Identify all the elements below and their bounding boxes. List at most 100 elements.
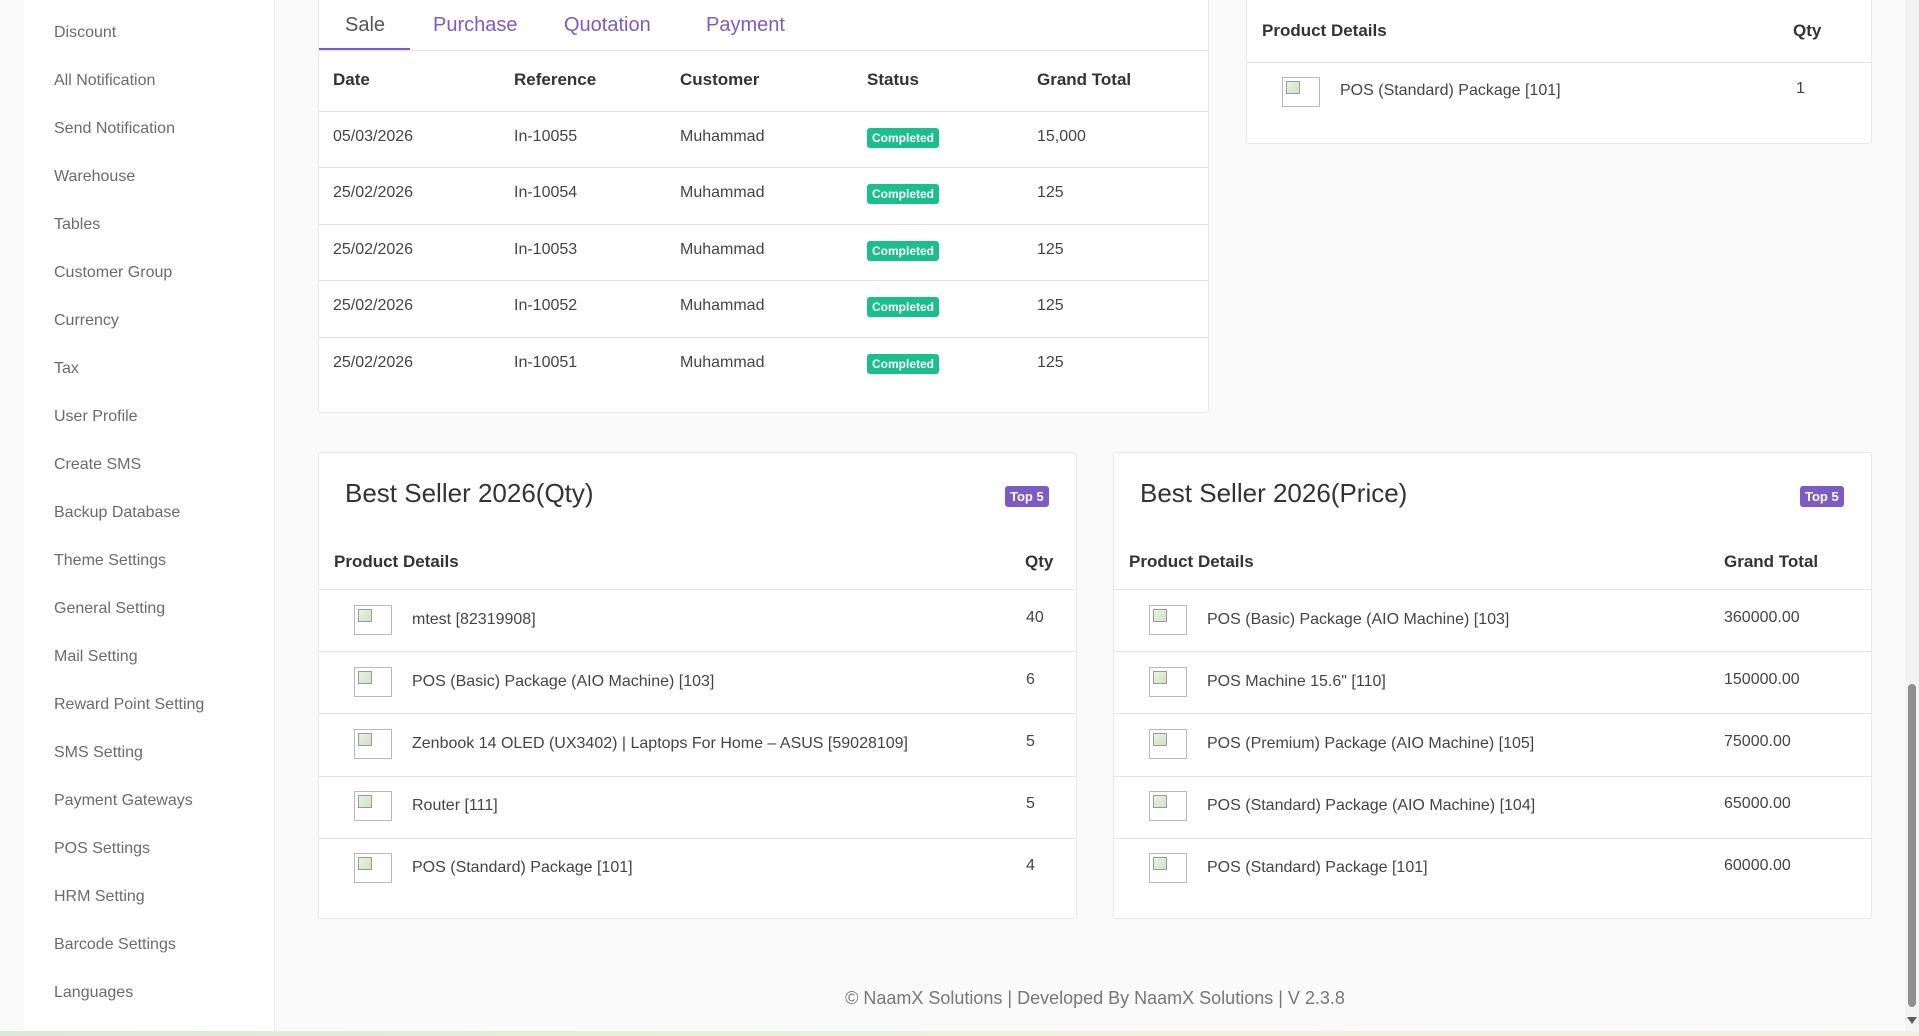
sidebar: Discount All Notification Send Notificat… [24, 0, 275, 1031]
product-image [354, 605, 392, 635]
status-badge: Completed [867, 184, 940, 204]
cell-date: 25/02/2026 [333, 241, 414, 258]
product-image [1282, 77, 1320, 107]
cell-customer: Muhammad [680, 297, 765, 314]
product-qty: 6 [1026, 671, 1035, 688]
sidebar-item-reward-point-setting[interactable]: Reward Point Setting [54, 696, 204, 714]
col-header-customer: Customer [680, 70, 760, 89]
cell-customer: Muhammad [680, 128, 765, 145]
best-seller-qty-card: Best Seller 2026(Qty) Top 5 Product Deta… [318, 452, 1077, 919]
row-divider [319, 713, 1076, 714]
sidebar-item-languages[interactable]: Languages [54, 984, 133, 1002]
sidebar-item-theme-settings[interactable]: Theme Settings [54, 552, 166, 570]
product-grand-total: 75000.00 [1724, 733, 1791, 750]
sidebar-item-barcode-settings[interactable]: Barcode Settings [54, 936, 176, 954]
row-divider [1114, 838, 1871, 839]
product-name: mtest [82319908] [412, 611, 536, 628]
product-image [1149, 791, 1187, 821]
row-divider [319, 776, 1076, 777]
row-divider [1114, 713, 1871, 714]
row-divider [1114, 776, 1871, 777]
cell-grand-total: 15,000 [1037, 128, 1086, 145]
product-name: POS (Standard) Package [101] [1207, 859, 1428, 876]
row-divider [319, 651, 1076, 652]
cell-reference[interactable]: In-10053 [514, 241, 577, 259]
card-title: Best Seller 2026(Qty) [345, 478, 594, 508]
sidebar-item-send-notification[interactable]: Send Notification [54, 120, 175, 138]
sidebar-item-sms-setting[interactable]: SMS Setting [54, 744, 143, 762]
product-name: POS (Basic) Package (AIO Machine) [103] [1207, 611, 1510, 628]
row-divider [1114, 651, 1871, 652]
transaction-tabs: Sale Purchase Quotation Payment [319, 0, 1208, 51]
product-image [1149, 729, 1187, 759]
sidebar-item-all-notification[interactable]: All Notification [54, 72, 155, 90]
product-grand-total: 65000.00 [1724, 795, 1791, 812]
cell-reference[interactable]: In-10051 [514, 354, 577, 372]
sidebar-item-discount[interactable]: Discount [54, 24, 116, 42]
product-image [354, 791, 392, 821]
sidebar-item-pos-settings[interactable]: POS Settings [54, 840, 150, 858]
card-title: Best Seller 2026(Price) [1140, 478, 1408, 508]
sidebar-item-general-setting[interactable]: General Setting [54, 600, 165, 618]
product-image [1149, 853, 1187, 883]
best-seller-price-card: Best Seller 2026(Price) Top 5 Product De… [1113, 452, 1872, 919]
cell-reference[interactable]: In-10055 [514, 128, 577, 146]
product-image [354, 667, 392, 697]
product-qty: 5 [1026, 733, 1035, 750]
sidebar-item-hrm-setting[interactable]: HRM Setting [54, 888, 145, 906]
sidebar-item-warehouse[interactable]: Warehouse [54, 168, 135, 186]
tab-sale[interactable]: Sale [345, 14, 385, 37]
cell-grand-total: 125 [1037, 354, 1064, 371]
sidebar-item-tables[interactable]: Tables [54, 216, 100, 234]
product-name: Router [111] [412, 797, 498, 814]
product-grand-total: 150000.00 [1724, 671, 1800, 688]
tab-purchase[interactable]: Purchase [433, 14, 518, 37]
col-header-qty: Qty [1793, 21, 1822, 40]
sidebar-item-create-sms[interactable]: Create SMS [54, 456, 141, 474]
product-name: Zenbook 14 OLED (UX3402) | Laptops For H… [412, 735, 908, 752]
product-name: POS Machine 15.6" [110] [1207, 673, 1386, 690]
sidebar-item-payment-gateways[interactable]: Payment Gateways [54, 792, 193, 810]
status-badge: Completed [867, 354, 940, 374]
sidebar-item-tax[interactable]: Tax [54, 360, 79, 378]
header-divider [319, 111, 1208, 112]
col-header-grand-total: Grand Total [1037, 70, 1132, 89]
product-name: POS (Standard) Package (AIO Machine) [10… [1207, 797, 1536, 814]
cell-date: 25/02/2026 [333, 354, 414, 371]
product-grand-total: 60000.00 [1724, 857, 1791, 874]
status-badge: Completed [867, 297, 940, 317]
header-divider [319, 589, 1076, 590]
cell-customer: Muhammad [680, 241, 765, 258]
sidebar-item-currency[interactable]: Currency [54, 312, 119, 330]
scroll-down-arrow-icon[interactable] [1907, 1017, 1917, 1024]
cell-grand-total: 125 [1037, 241, 1064, 258]
sidebar-item-user-profile[interactable]: User Profile [54, 408, 138, 426]
cell-reference[interactable]: In-10054 [514, 184, 577, 202]
sidebar-item-customer-group[interactable]: Customer Group [54, 264, 172, 282]
product-name: POS (Standard) Package [101] [412, 859, 633, 876]
cell-reference[interactable]: In-10052 [514, 297, 577, 315]
recent-products-card: Product Details Qty POS (Standard) Packa… [1246, 0, 1872, 144]
col-header-qty: Qty [1025, 552, 1054, 571]
scrollbar-thumb[interactable] [1908, 684, 1916, 1007]
sidebar-item-mail-setting[interactable]: Mail Setting [54, 648, 138, 666]
cell-grand-total: 125 [1037, 184, 1064, 201]
product-name: POS (Basic) Package (AIO Machine) [103] [412, 673, 715, 690]
top-badge: Top 5 [1800, 486, 1844, 507]
col-header-product-details: Product Details [1129, 552, 1254, 571]
row-divider [319, 167, 1208, 168]
tab-payment[interactable]: Payment [706, 14, 785, 37]
row-divider [319, 224, 1208, 225]
tab-quotation[interactable]: Quotation [564, 14, 651, 37]
status-badge: Completed [867, 241, 940, 261]
product-qty: 1 [1796, 80, 1805, 97]
page-scrollbar[interactable] [1905, 0, 1919, 1036]
col-header-date: Date [333, 70, 370, 89]
col-header-product-details: Product Details [1262, 21, 1387, 40]
product-image [1149, 605, 1187, 635]
top-badge: Top 5 [1005, 486, 1049, 507]
sidebar-item-backup-database[interactable]: Backup Database [54, 504, 180, 522]
col-header-grand-total: Grand Total [1724, 552, 1819, 571]
product-qty: 4 [1026, 857, 1035, 874]
product-image [354, 853, 392, 883]
